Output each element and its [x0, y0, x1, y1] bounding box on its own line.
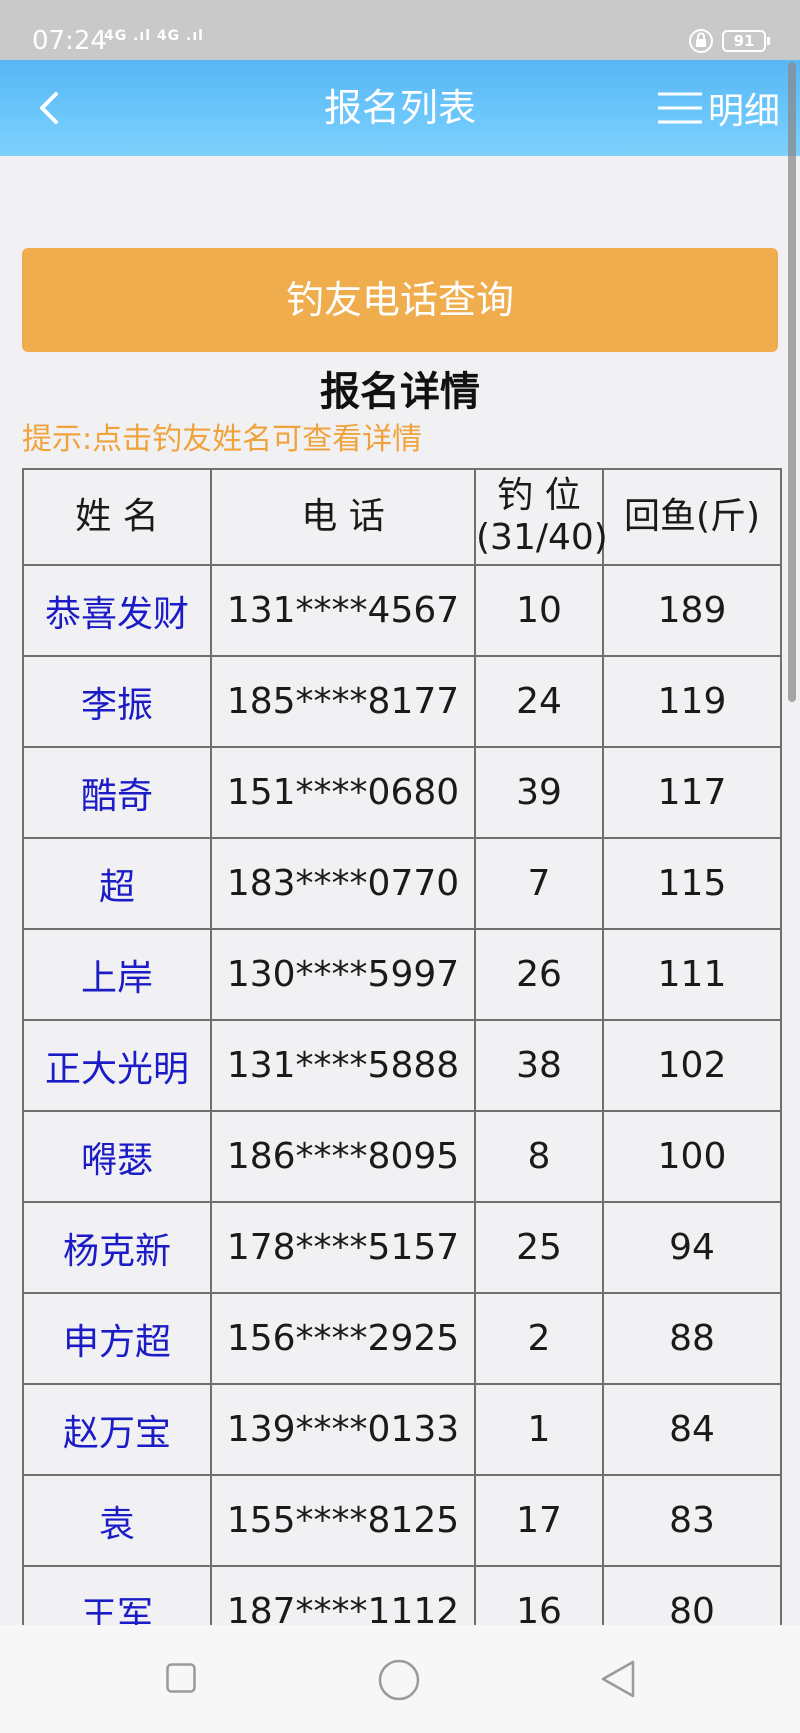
registration-table: 姓 名 电 话 钓 位 (31/40) 回鱼(斤) 恭喜发财 131****456… — [22, 468, 782, 1658]
status-bar: 07:24 4G .ıl 4G .ıl 91 — [0, 0, 800, 60]
fish-weight: 84 — [602, 1383, 782, 1476]
seat-number: 39 — [474, 746, 604, 839]
angler-phone: 130****5997 — [210, 928, 476, 1021]
fish-weight: 115 — [602, 837, 782, 930]
hamburger-menu-icon — [657, 92, 702, 124]
header-seat: 钓 位 (31/40) — [474, 468, 608, 566]
angler-name-link[interactable]: 超 — [22, 837, 212, 930]
seat-number: 2 — [474, 1292, 604, 1385]
system-nav-bar — [0, 1625, 800, 1733]
seat-number: 38 — [474, 1019, 604, 1112]
table-row: 嘚瑟 186****8095 8 100 — [22, 1110, 782, 1203]
header-name: 姓 名 — [22, 468, 212, 566]
back-triangle-icon[interactable] — [600, 1659, 636, 1699]
angler-phone: 151****0680 — [210, 746, 476, 839]
table-body: 恭喜发财 131****4567 10 189 李振 185****8177 24 119 酷奇… — [22, 564, 782, 1658]
table-row: 恭喜发财 131****4567 10 189 — [22, 564, 782, 657]
fish-weight: 102 — [602, 1019, 782, 1112]
fish-weight: 119 — [602, 655, 782, 748]
seat-number: 10 — [474, 564, 604, 657]
detail-menu-button[interactable]: 明细 — [656, 82, 780, 134]
angler-name-link[interactable]: 赵万宝 — [22, 1383, 212, 1476]
fish-weight: 100 — [602, 1110, 782, 1203]
registration-table-container: 姓 名 电 话 钓 位 (31/40) 回鱼(斤) 恭喜发财 131****456… — [22, 468, 782, 1658]
battery-level: 91 — [733, 32, 755, 50]
seat-number: 25 — [474, 1201, 604, 1294]
recent-apps-icon[interactable] — [166, 1663, 196, 1693]
seat-number: 1 — [474, 1383, 604, 1476]
angler-phone: 131****4567 — [210, 564, 476, 657]
angler-phone: 185****8177 — [210, 655, 476, 748]
seat-number: 7 — [474, 837, 604, 930]
lock-rotation-icon — [689, 29, 713, 53]
angler-name-link[interactable]: 申方超 — [22, 1292, 212, 1385]
seat-number: 26 — [474, 928, 604, 1021]
fish-weight: 83 — [602, 1474, 782, 1567]
angler-name-link[interactable]: 李振 — [22, 655, 212, 748]
header-phone: 电 话 — [210, 468, 476, 566]
angler-phone-query-button[interactable]: 钓友电话查询 — [22, 248, 778, 352]
seat-number: 8 — [474, 1110, 604, 1203]
angler-phone: 139****0133 — [210, 1383, 476, 1476]
section-title: 报名详情 — [320, 369, 480, 415]
table-row: 正大光明 131****5888 38 102 — [22, 1019, 782, 1112]
header-seat-label: 钓 位 — [497, 475, 581, 516]
detail-menu-label: 明细 — [707, 91, 780, 132]
fish-weight: 94 — [602, 1201, 782, 1294]
angler-phone: 131****5888 — [210, 1019, 476, 1112]
fish-weight: 111 — [602, 928, 782, 1021]
app-header: 报名列表 明细 — [0, 60, 800, 156]
seat-number: 24 — [474, 655, 604, 748]
table-row: 超 183****0770 7 115 — [22, 837, 782, 930]
angler-name-link[interactable]: 恭喜发财 — [22, 564, 212, 657]
angler-phone: 155****8125 — [210, 1474, 476, 1567]
angler-name-link[interactable]: 正大光明 — [22, 1019, 212, 1112]
app-screen: 07:24 4G .ıl 4G .ıl 91 报名列表 明细 钓友电话查询 报名… — [0, 0, 800, 1733]
table-row: 申方超 156****2925 2 88 — [22, 1292, 782, 1385]
hint-text: 提示:点击钓友姓名可查看详情 — [22, 422, 423, 457]
table-row: 李振 185****8177 24 119 — [22, 655, 782, 748]
angler-phone: 186****8095 — [210, 1110, 476, 1203]
fish-weight: 88 — [602, 1292, 782, 1385]
angler-phone: 178****5157 — [210, 1201, 476, 1294]
table-header-row: 姓 名 电 话 钓 位 (31/40) 回鱼(斤) — [22, 468, 782, 566]
table-row: 袁 155****8125 17 83 — [22, 1474, 782, 1567]
header-seat-count: (31/40) — [476, 517, 608, 558]
home-circle-icon[interactable] — [378, 1659, 420, 1701]
seat-number: 17 — [474, 1474, 604, 1567]
battery-icon: 91 — [722, 30, 770, 52]
angler-name-link[interactable]: 杨克新 — [22, 1201, 212, 1294]
fish-weight: 189 — [602, 564, 782, 657]
angler-name-link[interactable]: 袁 — [22, 1474, 212, 1567]
fish-weight: 117 — [602, 746, 782, 839]
angler-name-link[interactable]: 酷奇 — [22, 746, 212, 839]
angler-name-link[interactable]: 嘚瑟 — [22, 1110, 212, 1203]
table-row: 杨克新 178****5157 25 94 — [22, 1201, 782, 1294]
table-row: 上岸 130****5997 26 111 — [22, 928, 782, 1021]
header-fish-weight: 回鱼(斤) — [602, 468, 782, 566]
table-row: 酷奇 151****0680 39 117 — [22, 746, 782, 839]
angler-name-link[interactable]: 上岸 — [22, 928, 212, 1021]
signal-strength-icon: 4G .ıl 4G .ıl — [104, 28, 204, 44]
status-time: 07:24 — [32, 26, 107, 56]
table-row: 赵万宝 139****0133 1 84 — [22, 1383, 782, 1476]
angler-phone: 156****2925 — [210, 1292, 476, 1385]
angler-phone: 183****0770 — [210, 837, 476, 930]
